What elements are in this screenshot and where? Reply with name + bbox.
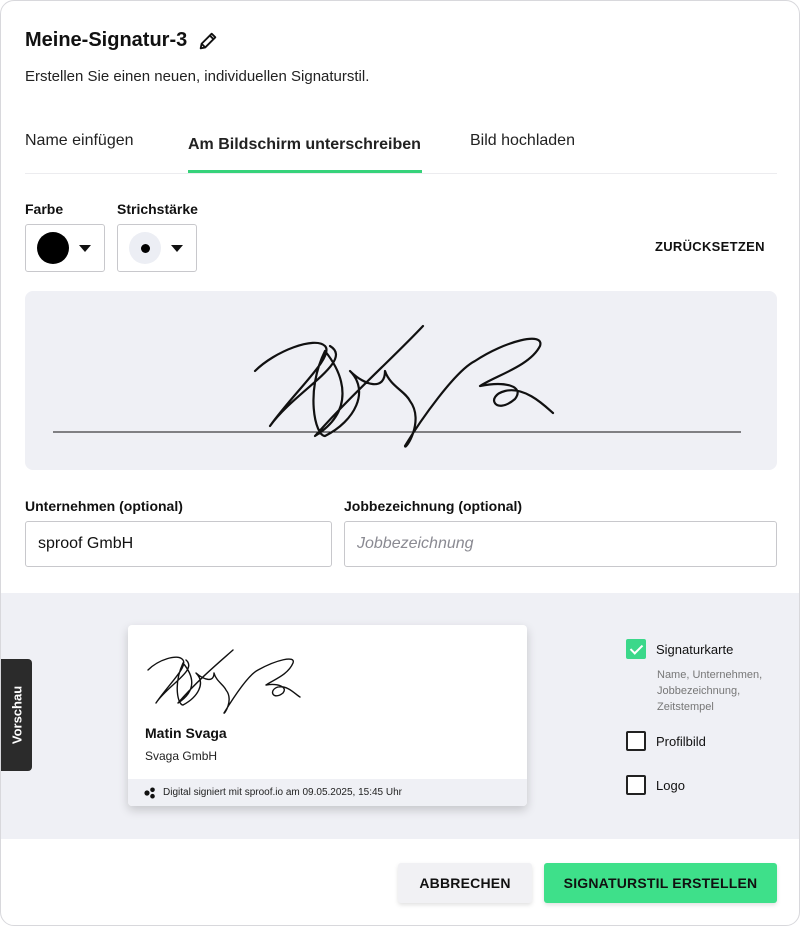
create-signature-style-button[interactable]: SIGNATURSTIL ERSTELLEN <box>544 863 777 903</box>
card-signer-name: Matin Svaga <box>145 725 227 741</box>
signature-canvas[interactable] <box>25 291 777 470</box>
card-footer-text: Digital signiert mit sproof.io am 09.05.… <box>163 787 403 798</box>
job-label: Jobbezeichnung (optional) <box>344 498 523 514</box>
option-profile-image[interactable]: Profilbild <box>626 731 706 751</box>
option-signature-card[interactable]: Signaturkarte <box>626 639 733 659</box>
option-logo[interactable]: Logo <box>626 775 685 795</box>
checkbox-profile-image[interactable] <box>626 731 646 751</box>
signature-dialog: Meine-Signatur-3 Erstellen Sie einen neu… <box>0 0 800 926</box>
signature-drawing <box>53 324 741 448</box>
dialog-title: Meine-Signatur-3 <box>25 29 188 51</box>
reset-button[interactable]: ZURÜCKSETZEN <box>655 239 765 254</box>
stroke-label: Strichstärke <box>117 201 198 217</box>
pencil-icon[interactable] <box>197 30 219 52</box>
preview-panel: Vorschau Matin Svaga Svaga GmbH Digital … <box>1 593 799 839</box>
job-title-input[interactable] <box>344 521 777 567</box>
caret-down-icon <box>79 245 91 252</box>
preview-tab[interactable]: Vorschau <box>1 659 32 771</box>
color-picker[interactable] <box>25 224 105 272</box>
signature-card: Matin Svaga Svaga GmbH Digital signiert … <box>128 625 527 806</box>
active-tab-indicator <box>188 170 422 173</box>
card-footer: Digital signiert mit sproof.io am 09.05.… <box>128 779 527 806</box>
option-profile-image-label: Profilbild <box>656 733 706 749</box>
tab-bar: Name einfügen Am Bildschirm unterschreib… <box>25 121 777 174</box>
tab-name-insert[interactable]: Name einfügen <box>25 132 134 150</box>
checkbox-logo[interactable] <box>626 775 646 795</box>
check-icon[interactable] <box>626 639 646 659</box>
caret-down-icon <box>171 245 183 252</box>
option-logo-label: Logo <box>656 777 685 793</box>
company-label: Unternehmen (optional) <box>25 498 183 514</box>
card-signature-drawing <box>147 649 301 714</box>
option-signature-card-label: Signaturkarte <box>656 641 734 657</box>
sproof-logo-icon <box>144 787 155 799</box>
preview-tab-label: Vorschau <box>9 685 24 745</box>
cancel-button[interactable]: ABBRECHEN <box>398 863 532 903</box>
option-signature-card-description: Name, Unternehmen, Jobbezeichnung, Zeits… <box>657 669 763 713</box>
stroke-picker[interactable] <box>117 224 197 272</box>
stroke-dot-icon <box>141 244 150 253</box>
dialog-subtitle: Erstellen Sie einen neuen, individuellen… <box>25 68 370 85</box>
color-label: Farbe <box>25 201 64 217</box>
card-company-name: Svaga GmbH <box>145 749 218 763</box>
tab-draw-on-screen[interactable]: Am Bildschirm unterschreiben <box>188 136 421 154</box>
company-input[interactable] <box>25 521 332 567</box>
tab-upload-image[interactable]: Bild hochladen <box>470 132 575 150</box>
color-swatch <box>37 232 69 264</box>
title-row: Meine-Signatur-3 <box>25 29 219 52</box>
